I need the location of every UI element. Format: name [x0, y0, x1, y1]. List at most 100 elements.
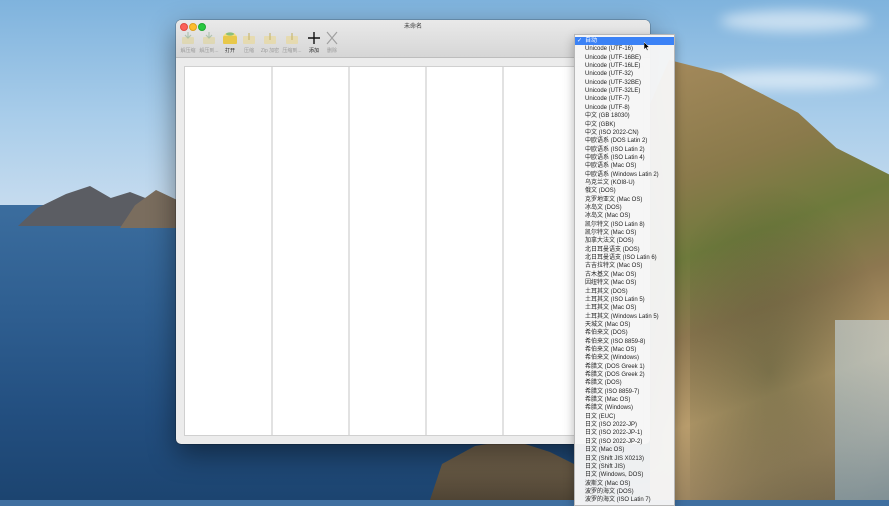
browser-column[interactable] [273, 67, 350, 435]
encoding-menu-item[interactable]: 北日耳曼语支 (ISO Latin 6) [575, 254, 674, 262]
encoding-menu-item[interactable]: 中欧语系 (ISO Latin 2) [575, 146, 674, 154]
encoding-menu-item[interactable]: 日文 (ISO 2022-JP-2) [575, 438, 674, 446]
encoding-menu-item-label: 中文 (ISO 2022-CN) [585, 129, 639, 136]
encoding-menu-item[interactable]: 中欧语系 (DOS Latin 2) [575, 137, 674, 145]
encoding-menu-item[interactable]: 中欧语系 (ISO Latin 4) [575, 154, 674, 162]
encoding-menu-item[interactable]: 中欧语系 (Windows Latin 2) [575, 171, 674, 179]
encoding-menu-item[interactable]: 希腊文 (Mac OS) [575, 396, 674, 404]
encoding-menu-item-label: 古木基文 (Mac OS) [585, 271, 637, 278]
encoding-menu-item-label: Unicode (UTF-7) [585, 96, 630, 103]
compress-icon [243, 33, 255, 44]
encoding-menu-item-label: 凯尔特文 (ISO Latin 8) [585, 221, 645, 228]
browser-column[interactable] [185, 67, 273, 435]
encoding-menu-item-label: 日文 (ISO 2022-JP-1) [585, 430, 643, 437]
encoding-menu-item-label: 中欧语系 (DOS Latin 2) [585, 138, 648, 145]
encoding-menu-item[interactable]: 古吉拉特文 (Mac OS) [575, 262, 674, 270]
encoding-dropdown-menu: ✓ 自动 Unicode (UTF-16) Unicode (UTF-16BE) Uni… [574, 34, 675, 506]
encoding-menu-item[interactable]: 日文 (ISO 2022-JP-1) [575, 429, 674, 437]
encoding-menu-item[interactable]: 中文 (ISO 2022-CN) [575, 129, 674, 137]
encoding-menu-item[interactable]: 希腊文 (DOS) [575, 379, 674, 387]
encoding-menu-item[interactable]: Unicode (UTF-7) [575, 95, 674, 103]
encoding-menu-item[interactable]: 乌克兰文 (KOI8-U) [575, 179, 674, 187]
encoding-menu-item-label: 天城文 (Mac OS) [585, 321, 631, 328]
encoding-menu-item-label: 乌克兰文 (KOI8-U) [585, 179, 635, 186]
encoding-menu-item[interactable]: 凯尔特文 (Mac OS) [575, 229, 674, 237]
encoding-menu-item[interactable]: 希腊文 (DOS Greek 2) [575, 371, 674, 379]
encoding-menu-item[interactable]: 日文 (Shift JIS) [575, 463, 674, 471]
encoding-menu-item[interactable]: 古木基文 (Mac OS) [575, 271, 674, 279]
encoding-menu-item-label: 日文 (Windows, DOS) [585, 472, 644, 479]
delete-button[interactable]: 删除 [320, 31, 344, 54]
encoding-menu-item[interactable]: ✓ 自动 [575, 37, 674, 46]
encoding-menu-item[interactable]: 希腊文 (Windows) [575, 404, 674, 412]
encoding-menu-item-label: 土耳其文 (ISO Latin 5) [585, 296, 645, 303]
encoding-menu-item-label: 希腊文 (DOS Greek 2) [585, 372, 645, 378]
toolbar-label: 压缩到... [282, 48, 302, 54]
encoding-menu-item-label: 希伯来文 (Windows) [585, 355, 640, 362]
encoding-menu-item[interactable]: Unicode (UTF-32BE) [575, 79, 674, 87]
zip-encrypt-button[interactable]: Zip 加密 [258, 31, 282, 54]
checkmark-icon: ✓ [577, 38, 583, 44]
encoding-menu-item-label: Unicode (UTF-16LE) [585, 63, 641, 70]
encoding-menu-item-label: 日文 (Shift JIS) [585, 463, 626, 470]
browser-column[interactable] [427, 67, 504, 435]
encoding-menu-item[interactable]: Unicode (UTF-16BE) [575, 54, 674, 62]
wallpaper-cloud [720, 10, 870, 32]
encoding-menu-item-label: 波罗的海文 (ISO Latin 7) [585, 497, 651, 504]
encoding-menu-item[interactable]: 俄文 (DOS) [575, 187, 674, 195]
encoding-menu-item[interactable]: 希伯来文 (ISO 8859-8) [575, 338, 674, 346]
encoding-menu-item[interactable]: Unicode (UTF-16) [575, 45, 674, 53]
encoding-menu-item[interactable]: 天城文 (Mac OS) [575, 321, 674, 329]
encoding-menu-item[interactable]: 土耳其文 (Mac OS) [575, 304, 674, 312]
encoding-menu-item[interactable]: 日文 (ISO 2022-JP) [575, 421, 674, 429]
encoding-menu-item[interactable]: Unicode (UTF-32) [575, 70, 674, 78]
encoding-menu-item-label: 土耳其文 (Windows Latin 5) [585, 313, 659, 320]
encoding-menu-item-label: 北日耳曼语支 (DOS) [585, 246, 640, 253]
zip-encrypt-icon [264, 33, 276, 44]
encoding-menu-item-label: 中文 (GB 18030) [585, 113, 630, 120]
compress-to-button[interactable]: 压缩到... [280, 31, 304, 54]
encoding-menu-item[interactable]: 希伯来文 (Mac OS) [575, 346, 674, 354]
encoding-menu-item[interactable]: 冰岛文 (DOS) [575, 204, 674, 212]
encoding-menu-item[interactable]: 中文 (GBK) [575, 121, 674, 129]
encoding-menu-item[interactable]: 土耳其文 (Windows Latin 5) [575, 313, 674, 321]
encoding-menu-item[interactable]: 加拿大法文 (DOS) [575, 237, 674, 245]
encoding-menu-item-label: 中欧语系 (Mac OS) [585, 163, 637, 170]
encoding-menu-item-label: 加拿大法文 (DOS) [585, 238, 634, 245]
compress-to-icon [286, 33, 298, 44]
encoding-menu-item-label: 希腊文 (DOS Greek 1) [585, 363, 645, 370]
encoding-menu-item-label: 希腊文 (ISO 8859-7) [585, 388, 640, 395]
encoding-menu-item[interactable]: 北日耳曼语支 (DOS) [575, 246, 674, 254]
encoding-menu-item-label: 波罗的海文 (DOS) [585, 488, 634, 495]
encoding-menu-item[interactable]: 土耳其文 (DOS) [575, 288, 674, 296]
encoding-menu-item[interactable]: 克罗地亚文 (Mac OS) [575, 196, 674, 204]
encoding-menu-item-label: 希腊文 (DOS) [585, 380, 622, 387]
encoding-menu-item[interactable]: Unicode (UTF-16LE) [575, 62, 674, 70]
encoding-menu-item[interactable]: 日文 (Windows, DOS) [575, 471, 674, 479]
encoding-menu-item[interactable]: Unicode (UTF-8) [575, 104, 674, 112]
encoding-menu-item[interactable]: 希伯来文 (Windows) [575, 354, 674, 362]
encoding-menu-item[interactable]: 波罗的海文 (ISO Latin 7) [575, 496, 674, 504]
encoding-menu-item[interactable]: 凯尔特文 (ISO Latin 8) [575, 221, 674, 229]
encoding-menu-item-label: Unicode (UTF-16BE) [585, 54, 642, 61]
browser-column[interactable] [350, 67, 427, 435]
encoding-menu-item[interactable]: 希伯来文 (DOS) [575, 329, 674, 337]
encoding-menu-item[interactable]: 波罗的海文 (DOS) [575, 488, 674, 496]
encoding-menu-item[interactable]: 希腊文 (DOS Greek 1) [575, 363, 674, 371]
resize-handle[interactable] [176, 436, 184, 444]
encoding-menu-item[interactable]: Unicode (UTF-32LE) [575, 87, 674, 95]
encoding-menu-item[interactable]: 因纽特文 (Mac OS) [575, 279, 674, 287]
encoding-menu-item[interactable]: 希腊文 (ISO 8859-7) [575, 388, 674, 396]
toolbar-label: 删除 [326, 48, 337, 54]
encoding-menu-item-label: 中欧语系 (Windows Latin 2) [585, 171, 659, 178]
encoding-menu-item[interactable]: 日文 (EUC) [575, 413, 674, 421]
encoding-menu-item[interactable]: 日文 (Shift JIS X0213) [575, 455, 674, 463]
encoding-menu-item[interactable]: 波斯文 (Mac OS) [575, 480, 674, 488]
encoding-menu-item[interactable]: 日文 (Mac OS) [575, 446, 674, 454]
encoding-menu-item[interactable]: 中文 (GB 18030) [575, 112, 674, 120]
encoding-menu-item[interactable]: 冰岛文 (Mac OS) [575, 212, 674, 220]
encoding-menu-item-label: Unicode (UTF-32BE) [585, 79, 642, 86]
encoding-menu-item[interactable]: 中欧语系 (Mac OS) [575, 162, 674, 170]
toolbar-label: Zip 加密 [260, 48, 280, 54]
encoding-menu-item[interactable]: 土耳其文 (ISO Latin 5) [575, 296, 674, 304]
